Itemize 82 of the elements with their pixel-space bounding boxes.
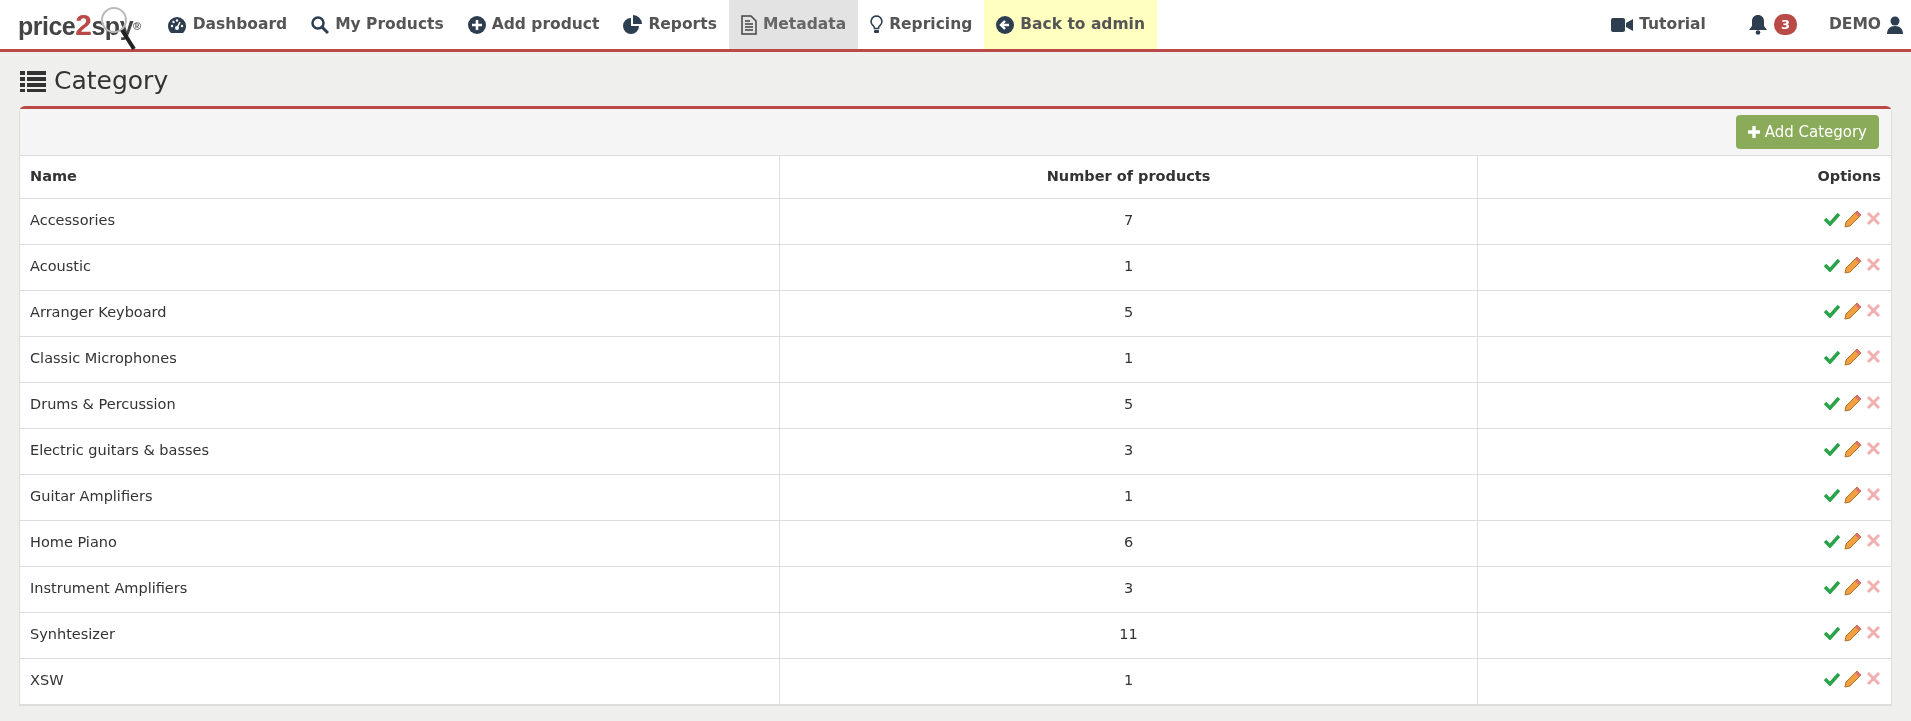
table-cell: 3 xyxy=(779,428,1478,474)
table-cell: 6 xyxy=(779,520,1478,566)
pencil-icon[interactable] xyxy=(1844,577,1862,596)
search-icon xyxy=(311,15,330,34)
checkmark-icon[interactable] xyxy=(1824,303,1840,318)
table-cell: Home Piano xyxy=(20,520,780,566)
table-cell: 7 xyxy=(779,198,1478,244)
pencil-icon[interactable] xyxy=(1844,393,1862,412)
checkmark-icon[interactable] xyxy=(1824,395,1840,410)
pencil-icon[interactable] xyxy=(1844,255,1862,274)
pencil-icon[interactable] xyxy=(1844,669,1862,688)
table-cell: 5 xyxy=(779,290,1478,336)
notification-count: 3 xyxy=(1773,13,1797,36)
table-cell: XSW xyxy=(20,658,780,704)
notifications-button[interactable]: 3 xyxy=(1735,0,1817,49)
checkmark-icon[interactable] xyxy=(1824,349,1840,364)
column-header: Options xyxy=(1477,156,1891,198)
table-cell: 3 xyxy=(779,566,1478,612)
table-cell: Instrument Amplifiers xyxy=(20,566,780,612)
document-icon xyxy=(740,14,757,35)
bell-icon xyxy=(1747,14,1768,35)
pencil-icon[interactable] xyxy=(1844,209,1862,228)
table-cell: 1 xyxy=(779,336,1478,382)
plus-circle-icon xyxy=(467,15,486,34)
checkmark-icon[interactable] xyxy=(1824,211,1840,226)
delete-icon[interactable] xyxy=(1866,395,1881,411)
pencil-icon[interactable] xyxy=(1844,439,1862,458)
nav-link[interactable]: Add product xyxy=(455,0,612,49)
user-menu[interactable]: DEMO xyxy=(1816,0,1911,49)
table-cell: Drums & Percussion xyxy=(20,382,780,428)
delete-icon[interactable] xyxy=(1866,349,1881,365)
delete-icon[interactable] xyxy=(1866,487,1881,503)
video-camera-icon xyxy=(1611,16,1634,33)
plus-icon xyxy=(1747,125,1760,138)
pie-chart-icon xyxy=(623,15,643,34)
table-cell: Accessories xyxy=(20,198,780,244)
table-cell: Classic Microphones xyxy=(20,336,780,382)
page-title: Category xyxy=(54,65,169,97)
delete-icon[interactable] xyxy=(1866,625,1881,641)
list-icon xyxy=(20,69,46,92)
pencil-icon[interactable] xyxy=(1844,623,1862,642)
table-cell: Acoustic xyxy=(20,244,780,290)
tutorial-link[interactable]: Tutorial xyxy=(1599,0,1736,49)
table-cell: 5 xyxy=(779,382,1478,428)
nav-link[interactable]: My Products xyxy=(299,0,456,49)
delete-icon[interactable] xyxy=(1866,671,1881,687)
nav-link[interactable]: Back to admin xyxy=(984,0,1157,49)
user-icon xyxy=(1887,15,1903,34)
checkmark-icon[interactable] xyxy=(1824,257,1840,272)
table-cell: 1 xyxy=(779,244,1478,290)
pencil-icon[interactable] xyxy=(1844,531,1862,550)
delete-icon[interactable] xyxy=(1866,211,1881,227)
pencil-icon[interactable] xyxy=(1844,485,1862,504)
delete-icon[interactable] xyxy=(1866,441,1881,457)
table-cell: 1 xyxy=(779,474,1478,520)
table-cell: 1 xyxy=(779,658,1478,704)
checkmark-icon[interactable] xyxy=(1824,671,1840,686)
pencil-icon[interactable] xyxy=(1844,301,1862,320)
column-header: Name xyxy=(20,156,780,198)
nav-link[interactable]: Reports xyxy=(611,0,729,49)
table-cell: Guitar Amplifiers xyxy=(20,474,780,520)
table-cell: Synhtesizer xyxy=(20,612,780,658)
checkmark-icon[interactable] xyxy=(1824,625,1840,640)
nav-link[interactable]: Repricing xyxy=(858,0,985,49)
checkmark-icon[interactable] xyxy=(1824,533,1840,548)
dashboard-icon xyxy=(166,15,187,34)
table-cell: 11 xyxy=(779,612,1478,658)
checkmark-icon[interactable] xyxy=(1824,441,1840,456)
delete-icon[interactable] xyxy=(1866,533,1881,549)
delete-icon[interactable] xyxy=(1866,579,1881,595)
delete-icon[interactable] xyxy=(1866,257,1881,273)
column-header: Number of products xyxy=(779,156,1478,198)
checkmark-icon[interactable] xyxy=(1824,579,1840,594)
table-cell: Electric guitars & basses xyxy=(20,428,780,474)
pencil-icon[interactable] xyxy=(1844,347,1862,366)
delete-icon[interactable] xyxy=(1866,303,1881,319)
checkmark-icon[interactable] xyxy=(1824,487,1840,502)
nav-link[interactable]: Metadata xyxy=(728,0,859,49)
back-arrow-circle-icon xyxy=(996,15,1015,34)
nav-link[interactable]: Dashboard xyxy=(154,0,300,49)
lightbulb-icon xyxy=(870,14,884,35)
table-cell: Arranger Keyboard xyxy=(20,290,780,336)
